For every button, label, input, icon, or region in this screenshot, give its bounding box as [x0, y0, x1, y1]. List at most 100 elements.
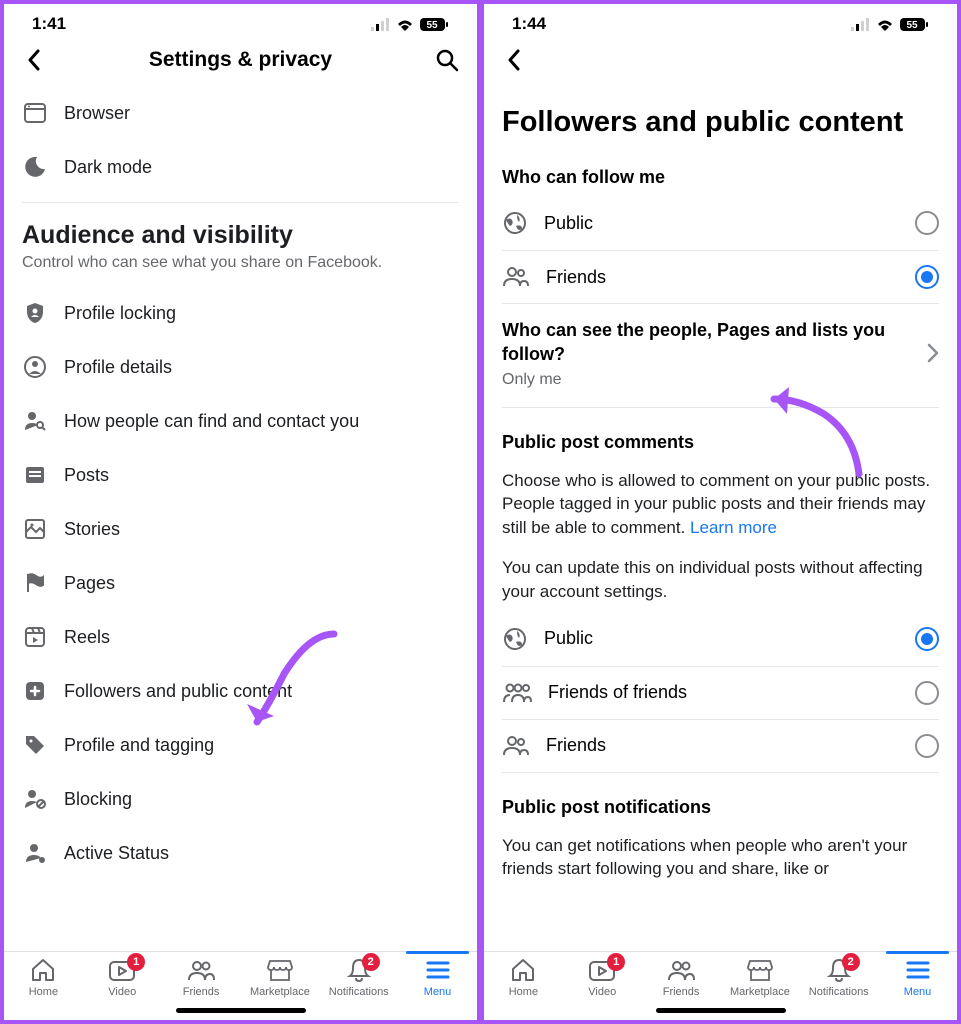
comment-option-public[interactable]: Public	[502, 612, 939, 667]
row-label: Dark mode	[64, 157, 152, 178]
browser-icon	[22, 100, 48, 126]
tab-marketplace[interactable]: Marketplace	[720, 956, 799, 998]
nav-row-value: Only me	[502, 367, 919, 389]
marketplace-icon	[746, 957, 774, 983]
row-label: Blocking	[64, 789, 132, 810]
radio-unchecked[interactable]	[915, 681, 939, 705]
row-label: Stories	[64, 519, 120, 540]
tab-home[interactable]: Home	[4, 956, 83, 998]
friends-icon	[186, 957, 216, 983]
row-label: Browser	[64, 103, 130, 124]
option-label: Friends	[546, 267, 606, 288]
comments-heading: Public post comments	[502, 426, 939, 461]
option-label: Friends of friends	[548, 682, 687, 703]
cellular-icon	[851, 18, 871, 31]
row-label: Profile and tagging	[64, 735, 214, 756]
badge: 2	[362, 953, 380, 971]
comment-option-fof[interactable]: Friends of friends	[502, 667, 939, 720]
tab-label: Video	[588, 986, 616, 998]
settings-row-blocking[interactable]: Blocking	[22, 772, 459, 826]
radio-unchecked[interactable]	[915, 734, 939, 758]
tab-menu[interactable]: Menu	[878, 956, 957, 998]
option-label: Public	[544, 213, 593, 234]
radio-checked[interactable]	[915, 265, 939, 289]
chevron-right-icon	[927, 343, 939, 363]
settings-row-active-status[interactable]: Active Status	[22, 826, 459, 880]
settings-row-reels[interactable]: Reels	[22, 610, 459, 664]
settings-row-tagging[interactable]: Profile and tagging	[22, 718, 459, 772]
chevron-left-icon	[506, 49, 522, 71]
settings-row-browser[interactable]: Browser	[22, 86, 459, 140]
friends-icon	[502, 734, 530, 758]
globe-icon	[502, 210, 528, 236]
who-can-follow-heading: Who can follow me	[502, 161, 939, 196]
option-label: Friends	[546, 735, 606, 756]
search-button[interactable]	[431, 48, 463, 72]
friends-icon	[502, 265, 530, 289]
tab-bar: Home 1 Video Friends Marketplace 2 Notif…	[484, 951, 957, 1000]
back-button[interactable]	[498, 49, 530, 71]
followers-icon	[22, 678, 48, 704]
row-label: Profile details	[64, 357, 172, 378]
settings-row-stories[interactable]: Stories	[22, 502, 459, 556]
tab-notifications[interactable]: 2 Notifications	[799, 956, 878, 998]
row-label: How people can find and contact you	[64, 411, 359, 432]
row-label: Active Status	[64, 843, 169, 864]
phone-left: 1:41 55 Settings & privacy Browser Dark …	[2, 2, 479, 1022]
search-icon	[435, 48, 459, 72]
page-title: Followers and public content	[502, 86, 939, 161]
back-button[interactable]	[18, 49, 50, 71]
tab-video[interactable]: 1 Video	[563, 956, 642, 998]
friends-of-friends-icon	[502, 681, 532, 705]
person-search-icon	[22, 408, 48, 434]
tab-label: Home	[29, 986, 58, 998]
tab-label: Friends	[663, 986, 700, 998]
radio-unchecked[interactable]	[915, 211, 939, 235]
tab-video[interactable]: 1 Video	[83, 956, 162, 998]
globe-icon	[502, 626, 528, 652]
who-can-see-row[interactable]: Who can see the people, Pages and lists …	[502, 304, 939, 408]
cellular-icon	[371, 18, 391, 31]
tab-friends[interactable]: Friends	[162, 956, 241, 998]
battery-icon: 55	[899, 17, 929, 32]
menu-icon	[905, 959, 931, 981]
row-label: Followers and public content	[64, 681, 292, 702]
comment-option-friends[interactable]: Friends	[502, 720, 939, 773]
profile-circle-icon	[22, 354, 48, 380]
settings-row-pages[interactable]: Pages	[22, 556, 459, 610]
settings-row-find-contact[interactable]: How people can find and contact you	[22, 394, 459, 448]
radio-checked[interactable]	[915, 627, 939, 651]
tab-home[interactable]: Home	[484, 956, 563, 998]
tab-label: Menu	[904, 986, 932, 998]
tab-notifications[interactable]: 2 Notifications	[319, 956, 398, 998]
option-public[interactable]: Public	[502, 196, 939, 251]
friends-icon	[666, 957, 696, 983]
settings-row-dark-mode[interactable]: Dark mode	[22, 140, 459, 194]
tab-label: Home	[509, 986, 538, 998]
posts-icon	[22, 462, 48, 488]
home-icon	[29, 957, 57, 983]
tab-label: Marketplace	[730, 986, 790, 998]
stories-icon	[22, 516, 48, 542]
tab-menu[interactable]: Menu	[398, 956, 477, 998]
option-label: Public	[544, 628, 593, 649]
tab-friends[interactable]: Friends	[642, 956, 721, 998]
tab-label: Notifications	[809, 986, 869, 998]
battery-icon: 55	[419, 17, 449, 32]
tab-label: Marketplace	[250, 986, 310, 998]
svg-text:55: 55	[426, 20, 438, 31]
row-label: Profile locking	[64, 303, 176, 324]
settings-row-followers[interactable]: Followers and public content	[22, 664, 459, 718]
settings-row-profile-locking[interactable]: Profile locking	[22, 286, 459, 340]
nav-header: Settings & privacy	[4, 38, 477, 86]
menu-icon	[425, 959, 451, 981]
settings-row-profile-details[interactable]: Profile details	[22, 340, 459, 394]
svg-text:55: 55	[906, 20, 918, 31]
settings-row-posts[interactable]: Posts	[22, 448, 459, 502]
section-subtitle: Control who can see what you share on Fa…	[22, 250, 459, 286]
row-label: Pages	[64, 573, 115, 594]
tab-marketplace[interactable]: Marketplace	[240, 956, 319, 998]
badge: 2	[842, 953, 860, 971]
option-friends[interactable]: Friends	[502, 251, 939, 304]
learn-more-link[interactable]: Learn more	[690, 518, 777, 537]
